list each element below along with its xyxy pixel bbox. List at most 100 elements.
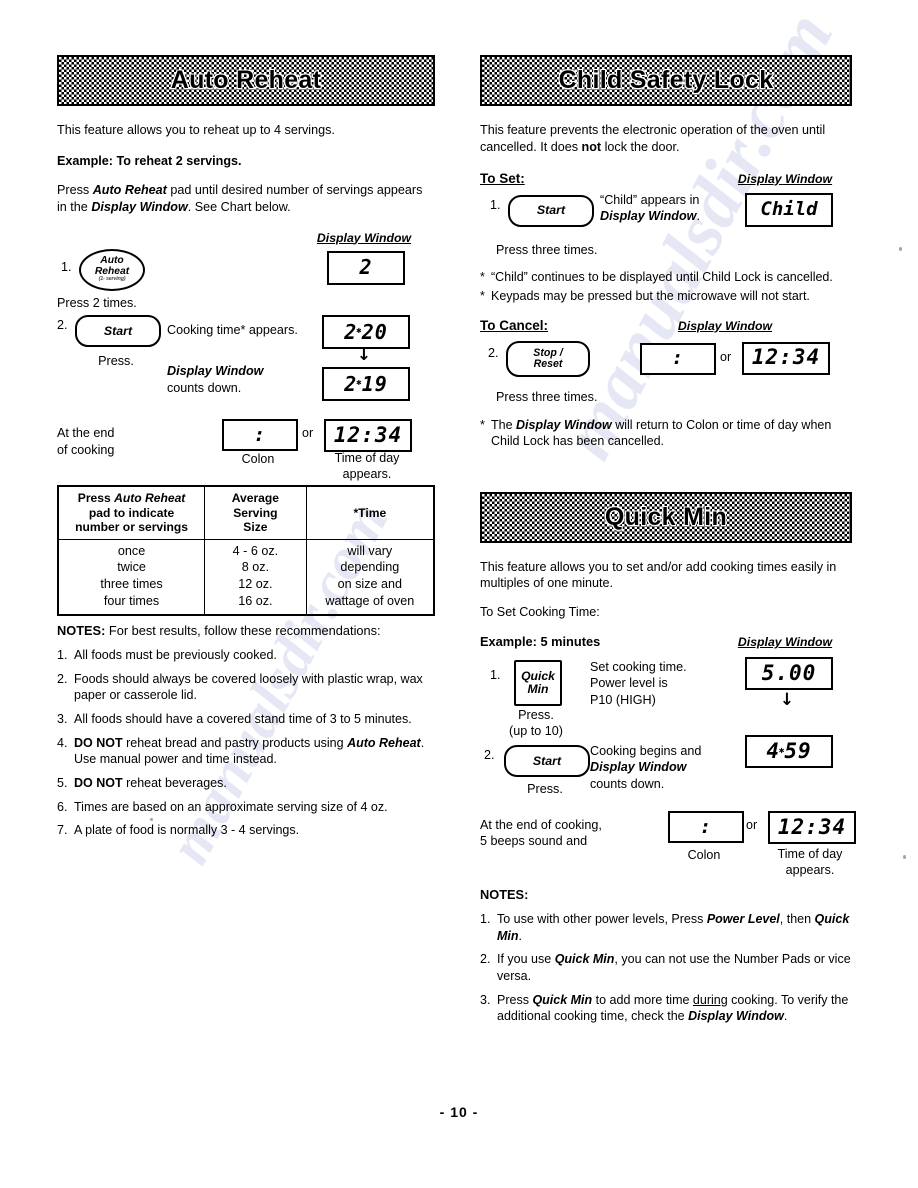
to-set-heading: To Set:	[480, 170, 525, 186]
child-lock-intro: This feature prevents the electronic ope…	[480, 123, 826, 154]
column-left: Auto Reheat This feature allows you to r…	[57, 55, 435, 846]
step-number: 1.	[61, 259, 72, 274]
pad-label-line3: (1- serving)	[98, 276, 126, 283]
step-number: 1.	[490, 197, 501, 212]
note-item: 5. DO NOT reheat beverages.	[57, 775, 227, 790]
quick-min-intro: This feature allows you to set and/or ad…	[480, 559, 837, 591]
press-three-times-label: Press three times.	[496, 242, 598, 257]
asterisk-note: * Keypads may be pressed but the microwav…	[480, 289, 810, 304]
quick-min-step2-desc: Cooking begins and Display Window counts…	[590, 744, 702, 791]
arrow-down-icon: ↓	[356, 345, 372, 366]
end-of-cooking-label: At the end of cooking	[57, 426, 115, 457]
display-window-colon: :	[668, 811, 744, 844]
table-cell-sizes: 4 - 6 oz. 8 oz. 12 oz. 16 oz.	[204, 538, 307, 616]
note-item: 2. If you use Quick Min, you can not use…	[480, 952, 851, 983]
step-number: 2.	[488, 345, 499, 360]
table-header-time: *Time	[305, 485, 435, 540]
note-item: 1. All foods must be previously cooked.	[57, 648, 277, 663]
pad-label-line1: Stop /	[533, 346, 563, 359]
table-cell-time: will vary depending on size and wattage …	[305, 538, 435, 616]
pad-label: Start	[532, 753, 562, 768]
step-number: 2.	[484, 748, 495, 763]
pad-label: Start	[103, 323, 133, 338]
display-window-servings: 2	[327, 250, 405, 285]
child-appears-text: “Child” appears in Display Window.	[600, 192, 700, 224]
display-window-child: Child	[745, 192, 833, 227]
display-window-time-of-day: 12:34	[768, 811, 856, 845]
display-window-label: Display Window	[316, 230, 412, 245]
manual-page: manualsdir.com manualsdir.com Auto Rehea…	[0, 0, 918, 1188]
auto-reheat-notes-heading: NOTES: For best results, follow these re…	[57, 623, 381, 639]
pad-label-line2: Reset	[533, 357, 563, 370]
table-header-serving-size: Average Serving Size	[204, 485, 307, 540]
table-row: once twice three times four times 4 - 6 …	[57, 538, 435, 616]
section-header-auto-reheat: Auto Reheat	[57, 55, 435, 106]
press-up-to-10-label: (up to 10)	[509, 724, 563, 739]
display-window-label: Display Window	[737, 635, 833, 650]
end-of-cooking-label: At the end of cooking, 5 beeps sound and	[480, 818, 602, 849]
table-cell-press-counts: once twice three times four times	[57, 538, 206, 616]
asterisk-note: * “Child” continues to be displayed until…	[480, 269, 833, 284]
quick-min-example: Example: 5 minutes	[480, 634, 601, 650]
start-pad-button[interactable]: Start	[504, 745, 590, 778]
column-right: Child Safety Lock This feature prevents …	[480, 55, 856, 1032]
note-item: 3. All foods should have a covered stand …	[57, 712, 412, 727]
arrow-down-icon: ↓	[779, 690, 795, 711]
table-header-press-pad: Press Auto Reheat pad to indicate number…	[57, 485, 206, 540]
stop-reset-pad-button[interactable]: Stop / Reset	[506, 340, 590, 377]
to-cancel-heading: To Cancel:	[480, 317, 549, 333]
note-item: 3. Press Quick Min to add more time duri…	[480, 992, 849, 1024]
auto-reheat-intro: This feature allows you to reheat up to …	[57, 123, 335, 137]
asterisk-note: * The Display Window will return to Colo…	[480, 417, 832, 449]
display-window-time-of-day: 12:34	[324, 419, 412, 453]
pad-label-line2: Min	[527, 682, 549, 697]
scan-speck	[903, 855, 906, 859]
display-window-countdown: 4 ✱ 59	[745, 735, 833, 769]
display-window-time-of-day: 12:34	[742, 341, 830, 375]
auto-reheat-chart: Press Auto Reheat pad to indicate number…	[57, 485, 435, 617]
or-label: or	[302, 426, 314, 441]
auto-reheat-example: Example: To reheat 2 servings.	[57, 153, 242, 168]
press-three-times-label-cancel: Press three times.	[496, 389, 598, 404]
pad-label: Start	[536, 203, 566, 218]
or-label: or	[746, 818, 758, 833]
display-window-cooking-time: 2 ✱ 20	[322, 315, 410, 350]
colon-caption: Colon	[241, 452, 275, 467]
section-header-quick-min: Quick Min	[480, 491, 852, 543]
quick-min-notes-heading: NOTES:	[480, 887, 529, 903]
step-number: 2.	[57, 318, 68, 333]
display-window-label: Display Window	[737, 171, 833, 186]
cooking-time-appears-text: Cooking time* appears.	[167, 323, 298, 338]
display-window-colon: :	[640, 342, 716, 375]
note-item: 7. A plate of food is normally 3 - 4 serv…	[57, 823, 300, 838]
start-pad-button[interactable]: Start	[508, 194, 594, 227]
start-pad-button[interactable]: Start	[75, 315, 161, 348]
scan-speck	[899, 247, 902, 251]
press-2-times-label: Press 2 times.	[57, 295, 137, 310]
display-window-set-time: 5.00	[745, 657, 833, 691]
quick-min-to-set-label: To Set Cooking Time:	[480, 605, 600, 620]
step-number: 1.	[490, 668, 501, 683]
display-window-countdown: 2 ✱ 19	[322, 367, 410, 402]
time-of-day-caption: Time of day appears.	[334, 451, 400, 481]
display-window-colon: :	[222, 419, 298, 452]
note-item: 6. Times are based on an approximate serv…	[57, 799, 388, 814]
scan-speck	[150, 818, 153, 821]
display-window-counts-down-text: Display Window counts down.	[167, 364, 264, 395]
press-label: Press.	[98, 354, 134, 369]
display-window-label: Display Window	[677, 318, 773, 333]
auto-reheat-pad-button[interactable]: Auto Reheat (1- serving)	[79, 248, 145, 291]
display-value: 2	[359, 255, 373, 280]
table-header-row: Press Auto Reheat pad to indicate number…	[57, 485, 435, 540]
quick-min-pad-button[interactable]: Quick Min	[514, 660, 562, 707]
press-label: Press.	[518, 708, 554, 723]
colon-caption: Colon	[687, 848, 721, 863]
section-title: Quick Min	[604, 502, 728, 531]
note-item: 2. Foods should always be covered loosely…	[57, 671, 423, 703]
page-number: - 10 -	[439, 1104, 479, 1120]
note-item: 4. DO NOT reheat bread and pastry product…	[57, 735, 425, 767]
section-title: Child Safety Lock	[558, 66, 774, 94]
time-of-day-caption: Time of day appears.	[777, 847, 843, 877]
section-title: Auto Reheat	[170, 66, 322, 94]
or-label: or	[720, 349, 732, 364]
